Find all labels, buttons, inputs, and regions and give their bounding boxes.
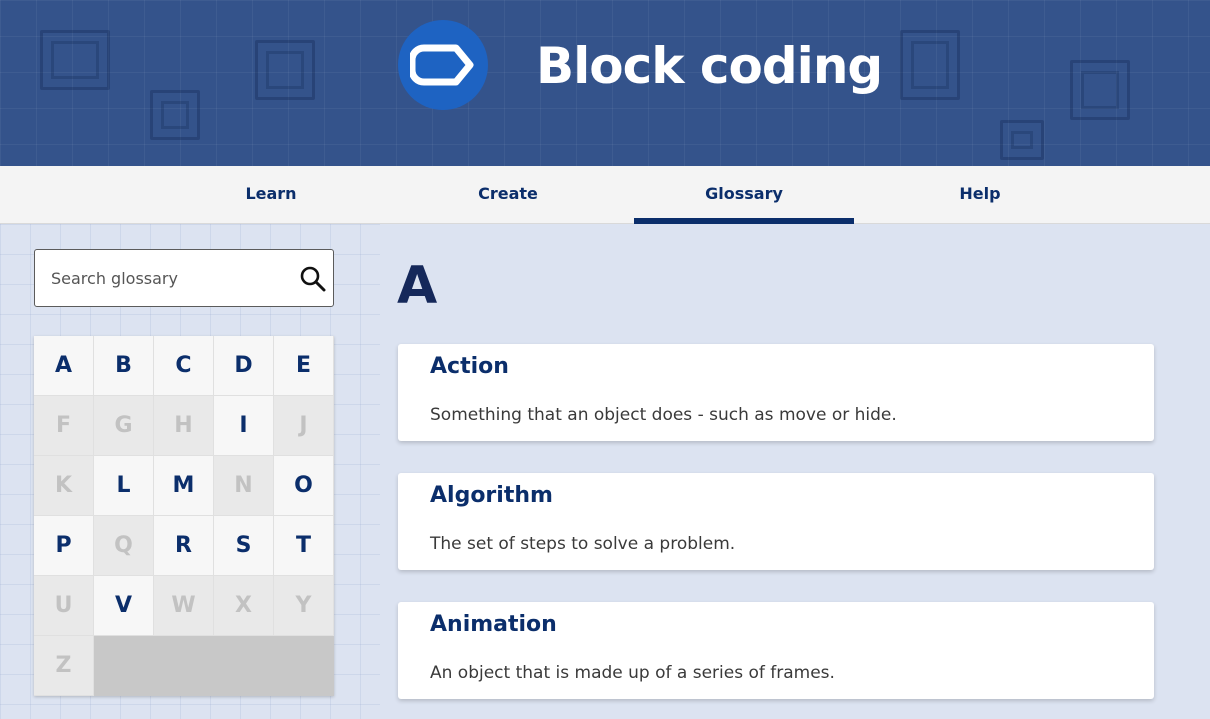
letter-q-button: Q bbox=[94, 516, 154, 576]
letter-i-button[interactable]: I bbox=[214, 396, 274, 456]
search-icon[interactable] bbox=[299, 265, 327, 293]
letter-o-button[interactable]: O bbox=[274, 456, 334, 516]
circuit-decoration bbox=[150, 90, 200, 140]
entry-definition: Something that an object does - such as … bbox=[430, 405, 897, 425]
hexagon-block-icon bbox=[410, 44, 474, 86]
tab-learn[interactable]: Learn bbox=[161, 166, 381, 224]
alphabet-grid: ABCDE FGHIJ KLMNO PQRST UVWXY Z bbox=[34, 336, 334, 696]
letter-g-button: G bbox=[94, 396, 154, 456]
letter-p-button[interactable]: P bbox=[34, 516, 94, 576]
letter-k-button: K bbox=[34, 456, 94, 516]
search-box bbox=[34, 249, 334, 307]
letter-e-button[interactable]: E bbox=[274, 336, 334, 396]
letter-c-button[interactable]: C bbox=[154, 336, 214, 396]
letter-u-button: U bbox=[34, 576, 94, 636]
tab-create[interactable]: Create bbox=[398, 166, 618, 224]
letter-t-button[interactable]: T bbox=[274, 516, 334, 576]
letter-w-button: W bbox=[154, 576, 214, 636]
letter-l-button[interactable]: L bbox=[94, 456, 154, 516]
entry-term: Algorithm bbox=[430, 483, 553, 508]
entry-term: Action bbox=[430, 354, 509, 379]
letter-y-button: Y bbox=[274, 576, 334, 636]
letter-z-button: Z bbox=[34, 636, 94, 696]
letter-r-button[interactable]: R bbox=[154, 516, 214, 576]
search-input[interactable] bbox=[35, 250, 295, 306]
main-nav: Learn Create Glossary Help bbox=[0, 166, 1210, 224]
entry-definition: The set of steps to solve a problem. bbox=[430, 534, 736, 554]
circuit-decoration bbox=[40, 30, 110, 90]
circuit-decoration bbox=[1000, 120, 1044, 160]
glossary-entry: Action Something that an object does - s… bbox=[398, 344, 1154, 441]
site-header: Block coding bbox=[0, 0, 1210, 166]
circuit-decoration bbox=[900, 30, 960, 100]
letter-d-button[interactable]: D bbox=[214, 336, 274, 396]
tab-help[interactable]: Help bbox=[870, 166, 1090, 224]
letter-x-button: X bbox=[214, 576, 274, 636]
circuit-decoration bbox=[1070, 60, 1130, 120]
tab-glossary[interactable]: Glossary bbox=[634, 166, 854, 224]
site-title: Block coding bbox=[536, 37, 883, 95]
glossary-entry: Algorithm The set of steps to solve a pr… bbox=[398, 473, 1154, 570]
letter-n-button: N bbox=[214, 456, 274, 516]
logo[interactable] bbox=[398, 20, 488, 110]
letter-f-button: F bbox=[34, 396, 94, 456]
letter-j-button: J bbox=[274, 396, 334, 456]
entry-term: Animation bbox=[430, 612, 557, 637]
entry-definition: An object that is made up of a series of… bbox=[430, 663, 835, 683]
glossary-entry: Animation An object that is made up of a… bbox=[398, 602, 1154, 699]
circuit-decoration bbox=[255, 40, 315, 100]
section-letter: A bbox=[397, 256, 438, 316]
letter-a-button[interactable]: A bbox=[34, 336, 94, 396]
letter-v-button[interactable]: V bbox=[94, 576, 154, 636]
letter-h-button: H bbox=[154, 396, 214, 456]
letter-m-button[interactable]: M bbox=[154, 456, 214, 516]
letter-b-button[interactable]: B bbox=[94, 336, 154, 396]
letter-s-button[interactable]: S bbox=[214, 516, 274, 576]
